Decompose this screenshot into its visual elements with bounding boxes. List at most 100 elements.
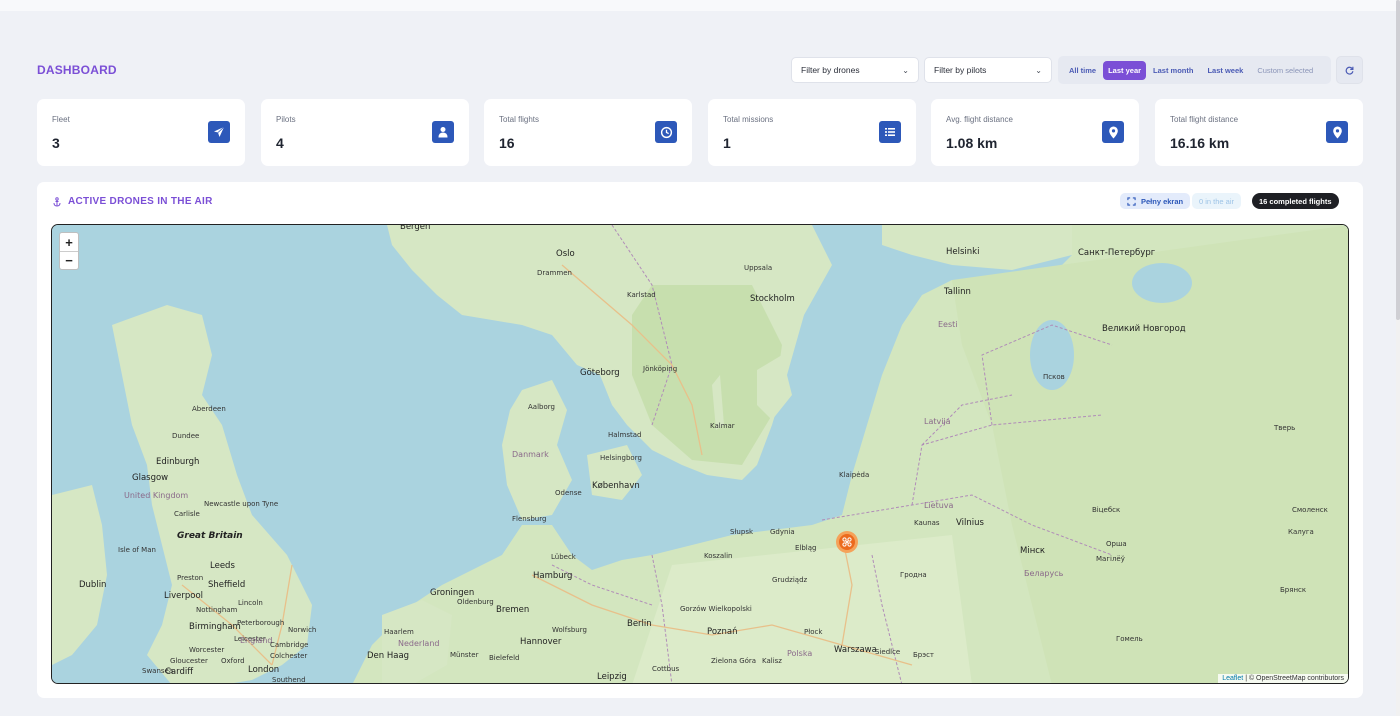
map-label: Elbląg <box>795 544 817 552</box>
map-label: Leeds <box>210 561 235 571</box>
map-label: Gloucester <box>170 657 208 665</box>
map-label: Gorzów Wielkopolski <box>680 605 752 613</box>
stat-label: Total flights <box>499 115 540 124</box>
fullscreen-label: Pełny ekran <box>1141 196 1184 206</box>
map-label: Bielefeld <box>489 654 520 662</box>
map-label: Birmingham <box>189 622 241 632</box>
map-label: Gdynia <box>770 528 795 536</box>
map-label: Grudziądz <box>772 576 808 584</box>
stat-card-total-flights: Total flights 16 <box>484 99 692 166</box>
range-custom-button[interactable]: Custom selected <box>1252 61 1318 80</box>
refresh-button[interactable] <box>1336 56 1363 84</box>
map-label: Hannover <box>520 637 562 647</box>
map-label: Newcastle upon Tyne <box>204 500 279 508</box>
range-last-week-button[interactable]: Last week <box>1202 61 1248 80</box>
map-pin-icon <box>1102 121 1124 143</box>
map-label: Oldenburg <box>457 598 494 606</box>
map-label: Płock <box>804 628 823 636</box>
map-label: København <box>592 481 640 491</box>
stat-card-total-distance: Total flight distance 16.16 km <box>1155 99 1363 166</box>
chevron-down-icon: ⌄ <box>902 65 909 75</box>
map-label: Kaunas <box>914 519 940 527</box>
stat-value: 16 <box>499 135 515 151</box>
stat-label: Total missions <box>723 115 774 124</box>
map-label: Isle of Man <box>118 546 156 554</box>
map-label: Haarlem <box>384 628 414 636</box>
map-label: Брэст <box>913 651 935 659</box>
scrollbar-thumb[interactable] <box>1396 0 1400 320</box>
history-icon <box>655 121 677 143</box>
user-icon <box>432 121 454 143</box>
map-label: Kalisz <box>762 657 782 665</box>
stat-value: 1.08 km <box>946 135 998 151</box>
list-icon <box>879 121 901 143</box>
pilot-filter-select[interactable]: Filter by pilots ⌄ <box>924 57 1052 83</box>
map-label: Glasgow <box>132 473 169 483</box>
stat-value: 16.16 km <box>1170 135 1230 151</box>
map-label: Helsingborg <box>600 454 642 462</box>
map-label: Colchester <box>270 652 308 660</box>
range-last-year-button[interactable]: Last year <box>1103 60 1147 80</box>
map-label: Southend <box>272 676 306 684</box>
map-label: Peterborough <box>237 619 285 627</box>
stat-value: 3 <box>52 135 60 151</box>
range-all-time-button[interactable]: All time <box>1064 61 1101 80</box>
map-label: Preston <box>177 574 204 582</box>
map-label: London <box>248 665 280 675</box>
map-label: Lietuva <box>924 501 954 510</box>
map-label: Słupsk <box>730 528 754 536</box>
stat-label: Fleet <box>52 115 70 124</box>
map-label: Edinburgh <box>156 457 200 467</box>
page-scrollbar[interactable] <box>1396 0 1400 716</box>
chevron-down-icon: ⌄ <box>1035 65 1042 75</box>
stat-card-fleet: Fleet 3 <box>37 99 245 166</box>
map-label: Worcester <box>189 646 225 654</box>
page-title: DASHBOARD <box>37 63 117 77</box>
map-label: Drammen <box>537 269 572 277</box>
map-label: Dublin <box>79 580 107 590</box>
pilot-filter-label: Filter by pilots <box>934 65 987 75</box>
map-label: Орша <box>1106 540 1127 548</box>
fullscreen-icon <box>1127 196 1136 206</box>
range-last-month-button[interactable]: Last month <box>1148 61 1198 80</box>
map-label: Великий Новгород <box>1102 324 1186 334</box>
map-label: Halmstad <box>608 431 642 439</box>
zoom-out-button[interactable]: − <box>60 251 78 269</box>
map-label: Siedlce <box>875 648 901 656</box>
refresh-icon <box>1345 66 1354 75</box>
map-label: Aalborg <box>528 403 555 411</box>
top-bar <box>0 0 1400 11</box>
map-label: Vilnius <box>956 518 984 528</box>
drone-marker[interactable] <box>836 531 858 553</box>
map-label: Bremen <box>496 605 530 615</box>
stat-label: Pilots <box>276 115 296 124</box>
stat-value: 1 <box>723 135 731 151</box>
map-label: Klaipėda <box>839 471 870 479</box>
map-label: Groningen <box>430 588 475 598</box>
map-label: Great Britain <box>177 531 243 541</box>
drone-filter-label: Filter by drones <box>801 65 860 75</box>
fullscreen-button[interactable]: Pełny ekran <box>1120 193 1191 209</box>
map-view[interactable]: Bergen Oslo Drammen Karlstad Uppsala Sto… <box>51 224 1349 684</box>
map-label: Cardiff <box>165 667 194 677</box>
map-label: Магілёў <box>1096 555 1125 563</box>
drone-icon <box>839 534 855 550</box>
map-label: Zielona Góra <box>711 657 757 665</box>
send-icon <box>208 121 230 143</box>
map-label: Helsinki <box>946 247 980 257</box>
map-label: Berlin <box>627 619 652 629</box>
map-label: Брянск <box>1280 586 1307 594</box>
zoom-in-button[interactable]: + <box>60 233 78 251</box>
map-label: Uppsala <box>744 264 773 272</box>
leaflet-link[interactable]: Leaflet <box>1222 675 1243 682</box>
drone-filter-select[interactable]: Filter by drones ⌄ <box>791 57 919 83</box>
map-label: Санкт-Петербург <box>1078 248 1156 258</box>
map-label: Polska <box>787 649 813 658</box>
map-label: Lübeck <box>551 553 576 561</box>
map-label: Göteborg <box>580 368 620 378</box>
map-pin-icon <box>1326 121 1348 143</box>
map-label: Hamburg <box>533 571 573 581</box>
map-label: Odense <box>555 489 582 497</box>
active-drones-card: ACTIVE DRONES IN THE AIR Pełny ekran 0 i… <box>37 182 1363 698</box>
map-label: Koszalin <box>704 552 733 560</box>
